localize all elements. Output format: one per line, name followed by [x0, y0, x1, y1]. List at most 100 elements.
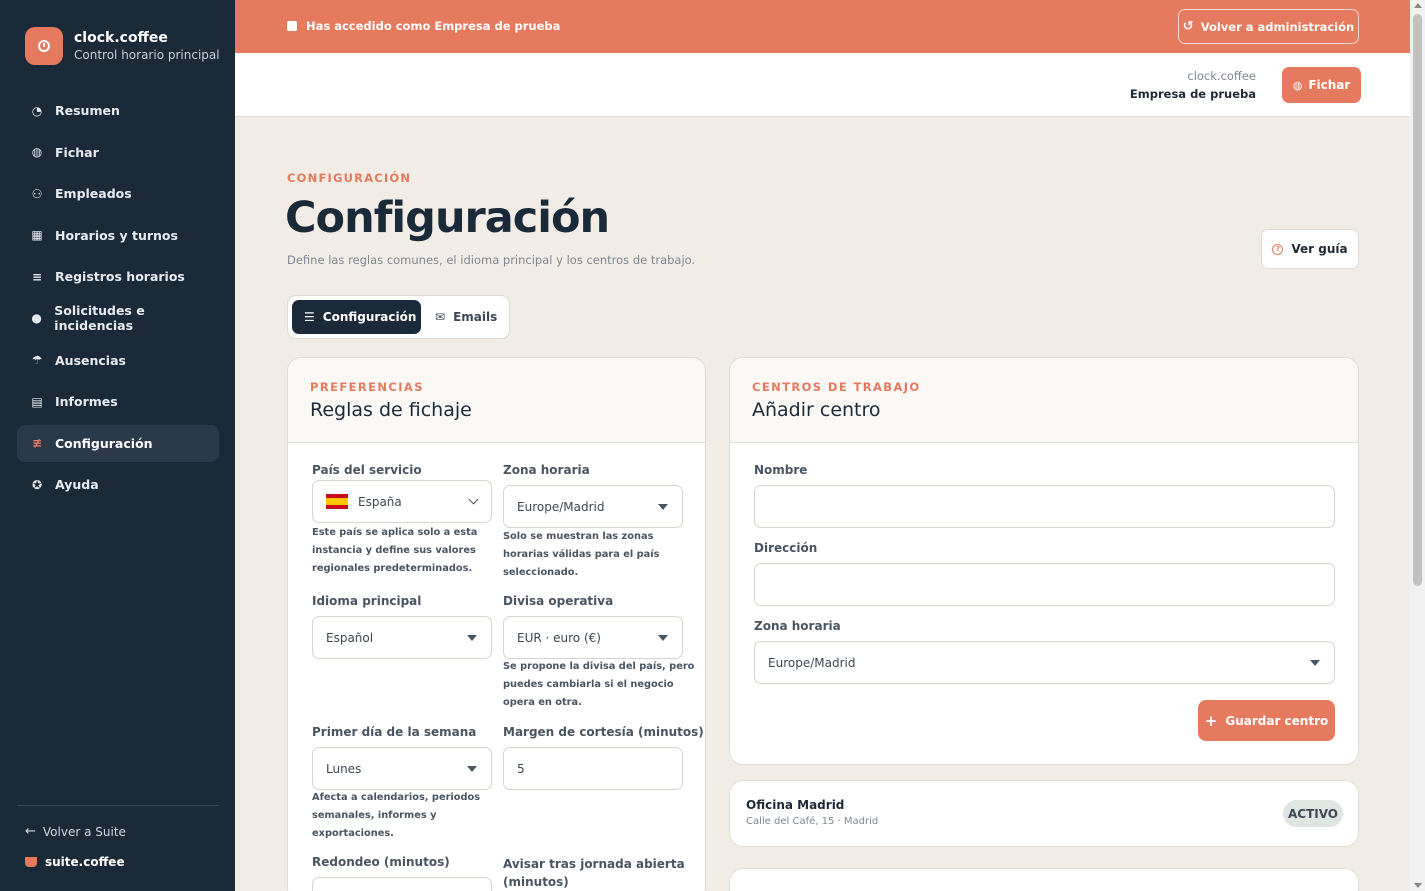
impersonation-banner: Has accedido como Empresa de prueba ↺ Vo…: [235, 0, 1410, 53]
country-value: España: [358, 494, 402, 509]
grace-minutes-input[interactable]: 5: [503, 747, 683, 790]
suite-brand-link[interactable]: suite.coffee: [25, 855, 125, 869]
sidebar: clock.coffee Control horario principal ◔…: [0, 0, 235, 891]
caret-down-icon: [467, 635, 477, 641]
sidebar-item-resumen[interactable]: ◔ Resumen: [17, 92, 219, 129]
week-start-help: Afecta a calendarios, periodos semanales…: [312, 789, 480, 843]
clock-logo-icon: [25, 27, 63, 65]
center-timezone-select[interactable]: Europe/Madrid: [754, 641, 1335, 684]
users-icon: ⚇: [31, 186, 43, 201]
center-name-input[interactable]: [754, 485, 1335, 528]
back-to-admin-button[interactable]: ↺ Volver a administración: [1178, 9, 1359, 44]
currency-label: Divisa operativa: [503, 594, 614, 608]
sidebar-item-registros[interactable]: ≡ Registros horarios: [17, 258, 219, 295]
sidebar-item-label: Solicitudes e incidencias: [54, 303, 145, 334]
center-list-item[interactable]: Oficina Madrid Calle del Café, 15 · Madr…: [729, 780, 1359, 847]
header-app-name: clock.coffee: [1187, 69, 1256, 83]
grace-label: Margen de cortesía (minutos): [503, 725, 704, 739]
fichar-button[interactable]: ◍ Fichar: [1282, 67, 1361, 103]
sidebar-item-solicitudes[interactable]: ● Solicitudes e incidencias: [17, 300, 219, 337]
mail-icon: ✉: [435, 310, 446, 324]
help-line: semanales, informes y: [312, 810, 437, 821]
help-line: seleccionado.: [503, 567, 579, 578]
status-badge: ACTIVO: [1283, 800, 1343, 827]
fichar-label: Fichar: [1308, 78, 1351, 92]
view-guide-button[interactable]: ? Ver guía: [1261, 229, 1359, 269]
caret-down-icon: [1310, 660, 1320, 666]
user-lock-icon: [287, 21, 297, 31]
header-company-name: Empresa de prueba: [1129, 87, 1256, 101]
scroll-up-arrow-icon[interactable]: [1414, 3, 1422, 8]
center-list-item[interactable]: [729, 868, 1359, 891]
sidebar-item-configuracion[interactable]: ≢ Configuración: [17, 424, 219, 462]
sidebar-nav: ◔ Resumen ◍ Fichar ⚇ Empleados ▦ Horario…: [17, 92, 219, 508]
sidebar-item-ayuda[interactable]: ✪ Ayuda: [17, 466, 219, 503]
help-line: horarias válidas para el país: [503, 549, 660, 560]
caret-down-icon: [658, 504, 668, 510]
sidebar-item-empleados[interactable]: ⚇ Empleados: [17, 175, 219, 212]
banner-text: Has accedido como Empresa de prueba: [306, 19, 561, 33]
sidebar-item-horarios[interactable]: ▦ Horarios y turnos: [17, 217, 219, 254]
view-guide-label: Ver guía: [1291, 242, 1348, 256]
rounding-label: Redondeo (minutos): [312, 855, 450, 869]
scroll-down-arrow-icon[interactable]: [1414, 883, 1422, 888]
sidebar-item-label: Informes: [55, 394, 118, 410]
center-name-label: Nombre: [754, 463, 808, 477]
coffee-cup-icon: [25, 857, 37, 867]
sidebar-item-label: Configuración: [55, 435, 153, 451]
country-select[interactable]: España: [312, 480, 492, 523]
sidebar-item-fichar[interactable]: ◍ Fichar: [17, 134, 219, 171]
scrollbar-thumb[interactable]: [1413, 14, 1422, 586]
help-line: opera en otra.: [503, 697, 582, 708]
currency-select[interactable]: EUR · euro (€): [503, 616, 683, 659]
back-to-suite-link[interactable]: ← Volver a Suite: [25, 824, 126, 839]
sliders-icon: ≢: [31, 436, 43, 451]
page-description: Define las reglas comunes, el idioma pri…: [287, 253, 696, 267]
center-timezone-value: Europe/Madrid: [768, 655, 856, 670]
caret-down-icon: [467, 766, 477, 772]
brand-subtitle: Control horario principal: [74, 48, 220, 62]
sidebar-item-informes[interactable]: ▤ Informes: [17, 383, 219, 420]
umbrella-icon: ☂: [31, 353, 43, 368]
sidebar-item-ausencias[interactable]: ☂ Ausencias: [17, 342, 219, 379]
fingerprint-icon: ◍: [1292, 78, 1303, 92]
sidebar-item-label: Registros horarios: [55, 269, 185, 285]
center-address: Calle del Café, 15 · Madrid: [746, 816, 879, 827]
tab-label: Emails: [453, 310, 498, 324]
sidebar-item-label: Ausencias: [55, 352, 126, 368]
question-circle-icon: ?: [1272, 243, 1284, 255]
top-header: clock.coffee Empresa de prueba ◍ Fichar: [235, 53, 1410, 117]
tab-emails[interactable]: ✉ Emails: [423, 300, 509, 334]
fingerprint-icon: ◍: [31, 145, 43, 160]
center-address-input[interactable]: [754, 563, 1335, 606]
sliders-icon: ☰: [304, 310, 315, 324]
card-header: PREFERENCIAS Reglas de fichaje: [288, 358, 705, 443]
label-line: Avisar tras jornada abierta: [503, 857, 685, 871]
alert-circle-icon: ●: [31, 311, 42, 326]
page-eyebrow: CONFIGURACIÓN: [287, 171, 412, 185]
sidebar-item-label: Ayuda: [55, 477, 99, 493]
week-start-select[interactable]: Lunes: [312, 747, 492, 790]
caret-down-icon: [658, 635, 668, 641]
open-shift-label: Avisar tras jornada abierta (minutos): [503, 855, 685, 891]
center-timezone-label: Zona horaria: [754, 619, 841, 633]
page-scrollbar[interactable]: [1410, 0, 1425, 891]
brand[interactable]: clock.coffee Control horario principal: [25, 27, 220, 65]
save-center-button[interactable]: + Guardar centro: [1198, 700, 1335, 741]
timezone-select[interactable]: Europe/Madrid: [503, 485, 683, 528]
sidebar-divider: [17, 805, 219, 806]
language-label: Idioma principal: [312, 594, 422, 608]
brand-name: clock.coffee: [74, 30, 168, 46]
language-select[interactable]: Español: [312, 616, 492, 659]
help-line: Este país se aplica solo a esta: [312, 527, 478, 538]
timezone-help: Solo se muestran las zonas horarias váli…: [503, 528, 659, 582]
sidebar-item-label: Horarios y turnos: [55, 227, 178, 243]
week-start-label: Primer día de la semana: [312, 725, 477, 739]
help-line: regionales predeterminados.: [312, 563, 473, 574]
spain-flag-icon: [326, 494, 348, 509]
rounding-minutes-input[interactable]: [312, 877, 492, 891]
currency-value: EUR · euro (€): [517, 630, 601, 645]
pie-chart-icon: ◔: [31, 103, 43, 118]
tab-configuracion[interactable]: ☰ Configuración: [292, 300, 421, 334]
help-line: puedes cambiarla si el negocio: [503, 679, 674, 690]
